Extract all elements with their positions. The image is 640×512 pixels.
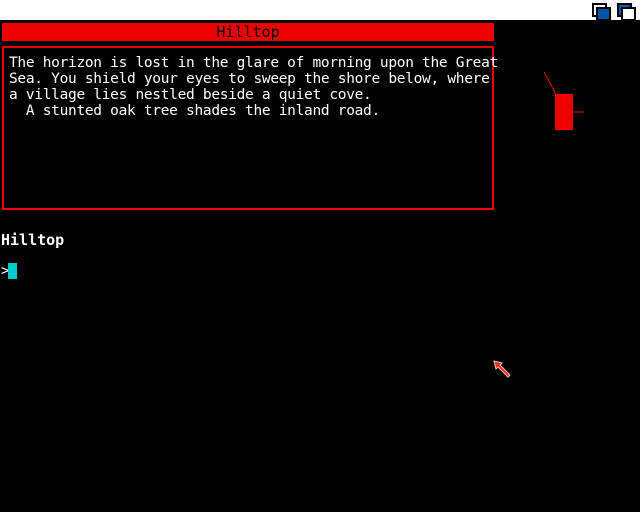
depth-front-window-icon [621,7,636,21]
text-cursor [8,263,17,279]
room-title: Hilltop [2,23,494,41]
location-status-label: Hilltop [1,231,65,249]
command-prompt: > [1,262,410,280]
screen-title-bar [0,0,640,21]
room-description-panel: The horizon is lost in the glare of morn… [2,46,498,210]
command-input[interactable] [9,263,410,279]
room-description-text: The horizon is lost in the glare of morn… [9,55,498,119]
mouse-pointer-arrow-icon [493,360,511,378]
depth-arrange-icon[interactable] [589,1,611,21]
map-location-marker [555,94,573,130]
depth-front-window-icon [596,7,611,21]
game-screen: Hilltop The horizon is lost in the glare… [0,0,640,512]
depth-arrange-icon[interactable] [614,1,636,21]
